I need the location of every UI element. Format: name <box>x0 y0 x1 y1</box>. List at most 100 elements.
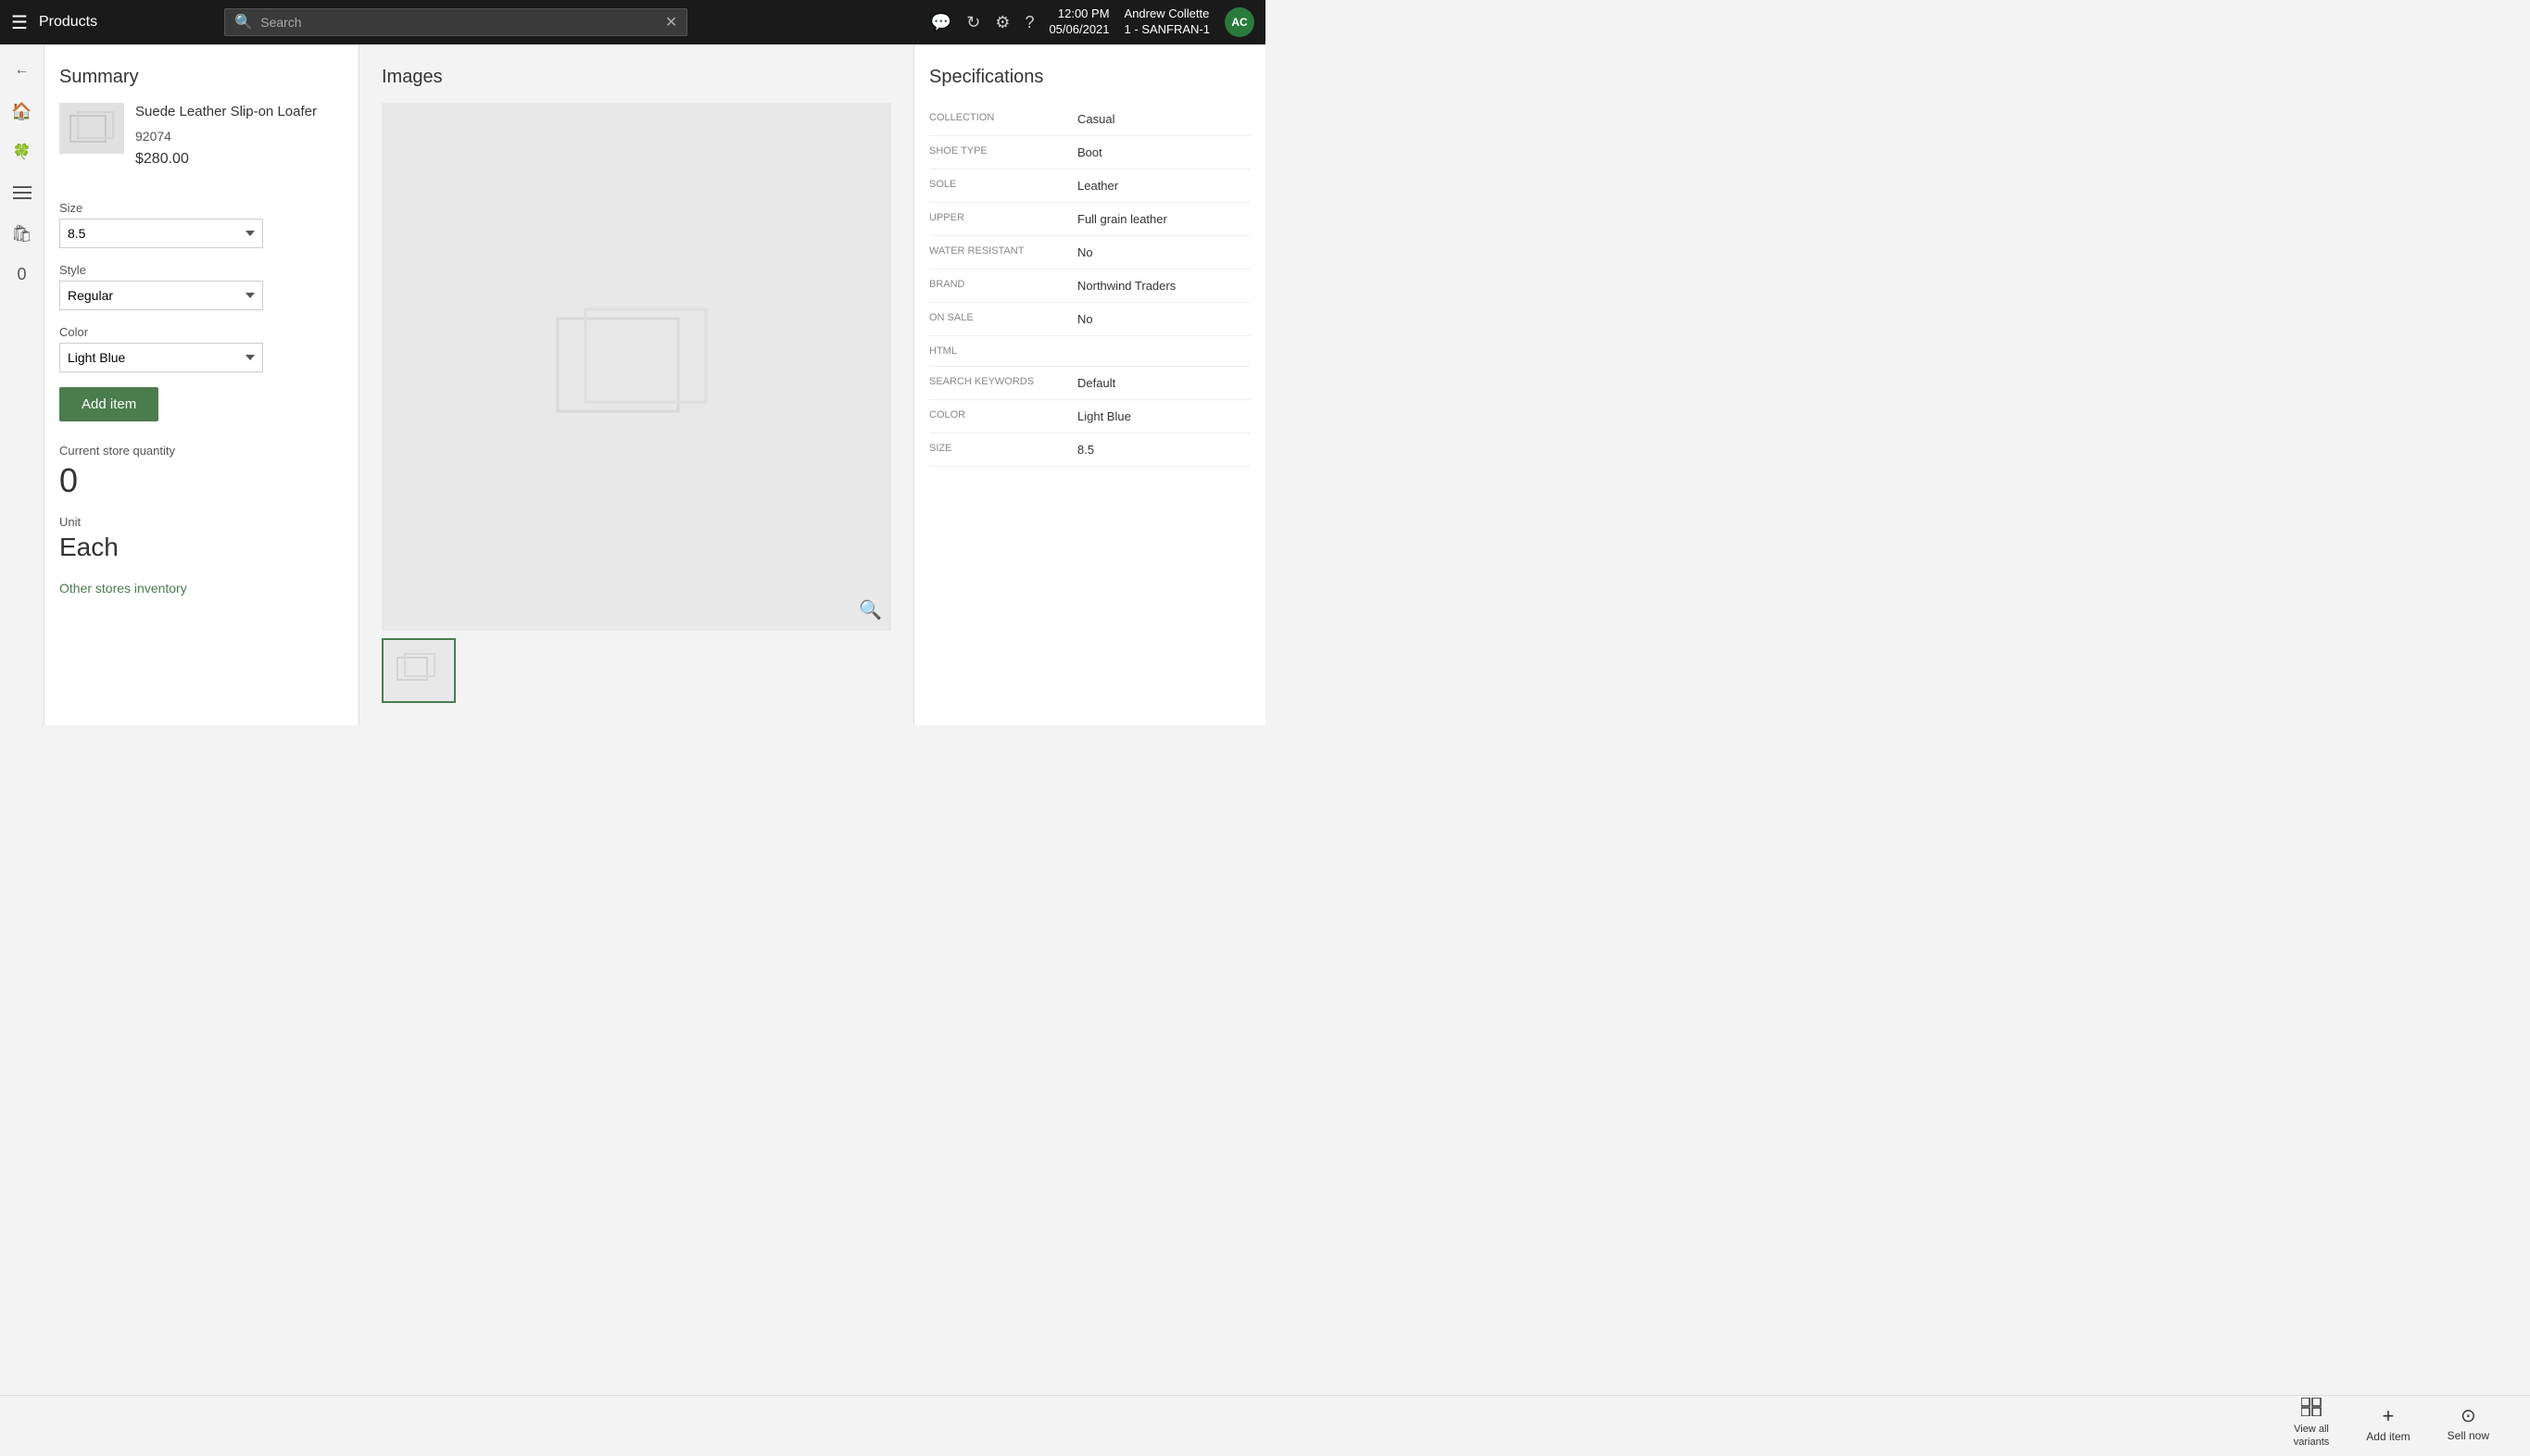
product-name: Suede Leather Slip-on Loafer <box>135 103 317 121</box>
spec-key: SEARCH KEYWORDS <box>929 376 1077 390</box>
summary-panel: Summary Suede Leather Slip-on Loafer 920… <box>44 44 359 725</box>
spec-row: COLLECTIONCasual <box>929 103 1251 136</box>
main-product-image <box>553 302 720 432</box>
list-icon <box>13 184 31 201</box>
unit-value: Each <box>59 533 344 562</box>
spec-value: Boot <box>1077 145 1102 159</box>
topbar: ☰ Products 🔍 ✕ 💬 ↻ ⚙ ? 12:00 PM 05/06/20… <box>0 0 1265 44</box>
images-panel: Images 🔍 <box>359 44 913 725</box>
specs-title: Specifications <box>929 67 1251 88</box>
grid-icon <box>2301 1398 2322 1416</box>
main-content: Summary Suede Leather Slip-on Loafer 920… <box>44 44 1265 725</box>
spec-row: WATER RESISTANTNo <box>929 236 1251 270</box>
sidebar: ← 🏠 🍀 🛍 0 <box>0 44 44 725</box>
sidebar-item-products[interactable]: 🍀 <box>4 133 41 170</box>
spec-row: SHOE TYPEBoot <box>929 136 1251 169</box>
size-label: Size <box>59 201 344 215</box>
spec-value: No <box>1077 245 1093 259</box>
spec-value: 8.5 <box>1077 443 1094 457</box>
spec-value: Light Blue <box>1077 409 1131 423</box>
spec-row: SOLELeather <box>929 169 1251 203</box>
spec-row: SIZE8.5 <box>929 433 1251 467</box>
color-field: Color Light Blue Black Brown White <box>59 325 344 372</box>
style-select[interactable]: Regular Wide Narrow <box>59 281 263 310</box>
color-label: Color <box>59 325 344 339</box>
spec-value: Full grain leather <box>1077 212 1167 226</box>
style-label: Style <box>59 263 344 277</box>
product-thumbnail <box>59 103 124 154</box>
spec-row: UPPERFull grain leather <box>929 203 1251 236</box>
images-title: Images <box>382 67 891 88</box>
spec-row: COLORLight Blue <box>929 400 1251 433</box>
spec-key: COLOR <box>929 409 1077 423</box>
sidebar-item-cart[interactable]: 🛍 <box>4 215 41 252</box>
main-layout: ← 🏠 🍀 🛍 0 Summary <box>0 44 1265 725</box>
size-field: Size 8.5 7 7.5 8 9 9.5 10 <box>59 201 344 248</box>
specs-panel: Specifications COLLECTIONCasualSHOE TYPE… <box>913 44 1265 725</box>
sidebar-item-home[interactable]: 🏠 <box>4 93 41 130</box>
search-bar: 🔍 ✕ <box>224 8 687 36</box>
app-title: Products <box>39 14 97 31</box>
sidebar-badge: 0 <box>17 265 26 284</box>
view-all-variants-button[interactable]: View allvariants <box>2275 1390 2348 1455</box>
spec-value: No <box>1077 312 1093 326</box>
add-item-bottom-label: Add item <box>2366 1430 2410 1443</box>
spec-row: BRANDNorthwind Traders <box>929 270 1251 303</box>
sell-now-label: Sell now <box>2448 1429 2489 1442</box>
style-field: Style Regular Wide Narrow <box>59 263 344 310</box>
sidebar-item-list[interactable] <box>4 174 41 211</box>
spec-value: Default <box>1077 376 1115 390</box>
spec-key: SIZE <box>929 443 1077 457</box>
spec-row: SEARCH KEYWORDSDefault <box>929 367 1251 400</box>
view-all-icon <box>2301 1398 2322 1422</box>
settings-icon[interactable]: ⚙ <box>995 13 1010 32</box>
thumb-image-1 <box>396 652 442 689</box>
spec-value: Leather <box>1077 179 1118 193</box>
sell-now-icon: ⊙ <box>2461 1404 2476 1427</box>
product-header: Suede Leather Slip-on Loafer 92074 $280.… <box>59 103 344 186</box>
color-select[interactable]: Light Blue Black Brown White <box>59 343 263 372</box>
avatar[interactable]: AC <box>1225 7 1254 37</box>
spec-key: SOLE <box>929 179 1077 193</box>
refresh-icon[interactable]: ↻ <box>966 13 980 32</box>
add-item-bottom-button[interactable]: + Add item <box>2347 1397 2428 1450</box>
other-stores-link[interactable]: Other stores inventory <box>59 581 187 596</box>
spec-key: UPPER <box>929 212 1077 226</box>
spec-key: COLLECTION <box>929 112 1077 126</box>
search-clear-icon[interactable]: ✕ <box>665 13 677 31</box>
bottom-bar: View allvariants + Add item ⊙ Sell now <box>0 1395 2530 1450</box>
spec-value: Casual <box>1077 112 1114 126</box>
add-icon: + <box>2383 1404 2395 1428</box>
placeholder-image <box>69 110 115 147</box>
size-select[interactable]: 8.5 7 7.5 8 9 9.5 10 <box>59 219 263 248</box>
specs-rows: COLLECTIONCasualSHOE TYPEBootSOLELeather… <box>929 103 1251 467</box>
product-info: Suede Leather Slip-on Loafer 92074 $280.… <box>135 103 317 186</box>
spec-row: HTML <box>929 336 1251 367</box>
spec-value: Northwind Traders <box>1077 279 1176 293</box>
chat-icon[interactable]: 💬 <box>931 13 951 32</box>
zoom-icon[interactable]: 🔍 <box>859 598 882 621</box>
clock: 12:00 PM 05/06/2021 <box>1049 6 1109 38</box>
sidebar-item-back[interactable]: ← <box>4 52 41 89</box>
search-icon: 🔍 <box>234 13 253 31</box>
topbar-right: 💬 ↻ ⚙ ? 12:00 PM 05/06/2021 Andrew Colle… <box>931 6 1254 38</box>
sell-now-button[interactable]: ⊙ Sell now <box>2429 1397 2508 1450</box>
user-info: Andrew Collette 1 - SANFRAN-1 <box>1125 6 1210 38</box>
product-sku: 92074 <box>135 129 317 144</box>
spec-key: WATER RESISTANT <box>929 245 1077 259</box>
image-thumbnails <box>382 638 891 703</box>
spec-key: BRAND <box>929 279 1077 293</box>
view-all-label: View allvariants <box>2294 1424 2330 1448</box>
unit-label: Unit <box>59 515 344 529</box>
qty-value: 0 <box>59 461 344 500</box>
sidebar-item-badge[interactable]: 0 <box>4 256 41 293</box>
summary-title: Summary <box>59 67 344 88</box>
add-item-button[interactable]: Add item <box>59 387 158 421</box>
image-thumb-1[interactable] <box>382 638 456 703</box>
menu-icon[interactable]: ☰ <box>11 11 28 34</box>
spec-key: SHOE TYPE <box>929 145 1077 159</box>
spec-key: HTML <box>929 345 1077 357</box>
help-icon[interactable]: ? <box>1025 13 1034 32</box>
search-input[interactable] <box>260 15 658 30</box>
spec-key: ON SALE <box>929 312 1077 326</box>
